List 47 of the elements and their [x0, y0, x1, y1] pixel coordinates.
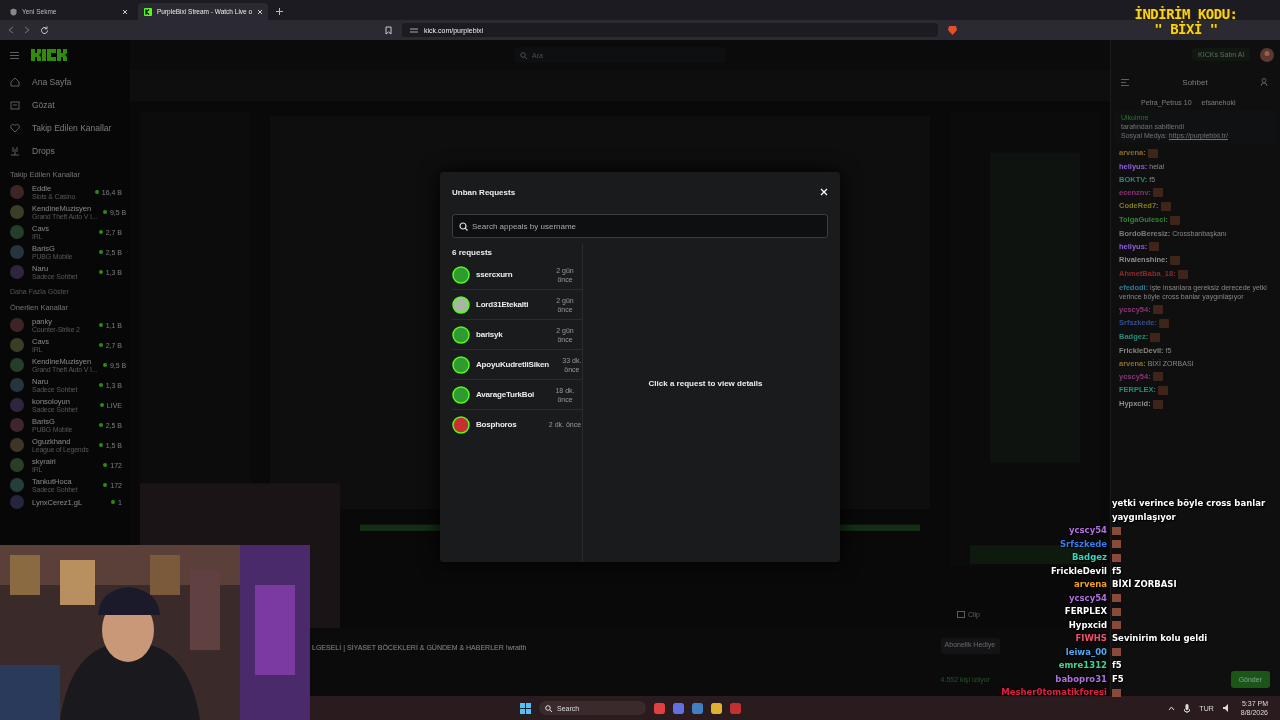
chevron-up-icon[interactable] [1168, 705, 1176, 711]
chat-message: f5 [1112, 565, 1122, 576]
close-icon[interactable] [257, 8, 264, 15]
emote-icon [1112, 648, 1121, 656]
site-settings-icon [410, 26, 418, 34]
app-icon[interactable] [692, 702, 703, 714]
chat-message: f5 [1112, 660, 1122, 670]
menu-icon[interactable] [10, 51, 19, 59]
avatar-icon[interactable] [1260, 48, 1274, 62]
chat-message: Sevinirim kolu geldi [1112, 633, 1208, 643]
nav-link[interactable]: Takip Edilen Kanallar [32, 122, 112, 133]
app-icon[interactable] [654, 702, 665, 714]
forward-icon[interactable] [24, 26, 30, 34]
kick-icon [144, 7, 152, 16]
chat-username: emre1312 [1058, 659, 1107, 672]
chat-title: Sohbet [1182, 77, 1208, 87]
nav-link[interactable]: Drops [32, 145, 55, 156]
users-icon[interactable] [1261, 78, 1270, 86]
chat-username: FIWHS [1075, 632, 1107, 645]
chat-username: leiwa_00 [1065, 645, 1107, 659]
box-icon [10, 99, 20, 110]
close-icon[interactable] [122, 8, 128, 15]
bookmark-icon[interactable] [385, 25, 392, 35]
chat-username: Mesher0tomatikforesi [1001, 686, 1107, 699]
nav-link[interactable]: Gözat [32, 99, 55, 110]
chat-message: yetki verince böyle cross banlar [1112, 497, 1266, 510]
collapse-icon[interactable] [1121, 78, 1129, 86]
chat-message: F5 [1112, 673, 1124, 684]
promo-text: " BİXİ " [1153, 22, 1219, 37]
home-icon [10, 76, 20, 87]
heart-icon [10, 122, 20, 133]
microphone-icon[interactable] [1184, 703, 1191, 713]
chat-username: babopro31 [1055, 672, 1107, 686]
reload-icon[interactable] [40, 25, 49, 35]
new-tab-icon[interactable] [276, 8, 283, 15]
search-icon [520, 51, 527, 59]
emote-icon [1112, 688, 1121, 697]
app-icon[interactable] [673, 702, 684, 714]
windows-icon[interactable] [520, 702, 531, 714]
search-icon [545, 704, 552, 712]
app-icon[interactable] [711, 702, 722, 714]
promo-text: İNDİRİM KODU: [1133, 7, 1239, 22]
shield-icon [10, 7, 17, 16]
back-icon[interactable] [8, 26, 14, 34]
nav-link[interactable]: Ana Sayfa [32, 76, 72, 87]
chat-message: BİXİ ZORBASI [1112, 579, 1177, 589]
chat-message: yaygınlaşıyor [1112, 510, 1177, 524]
